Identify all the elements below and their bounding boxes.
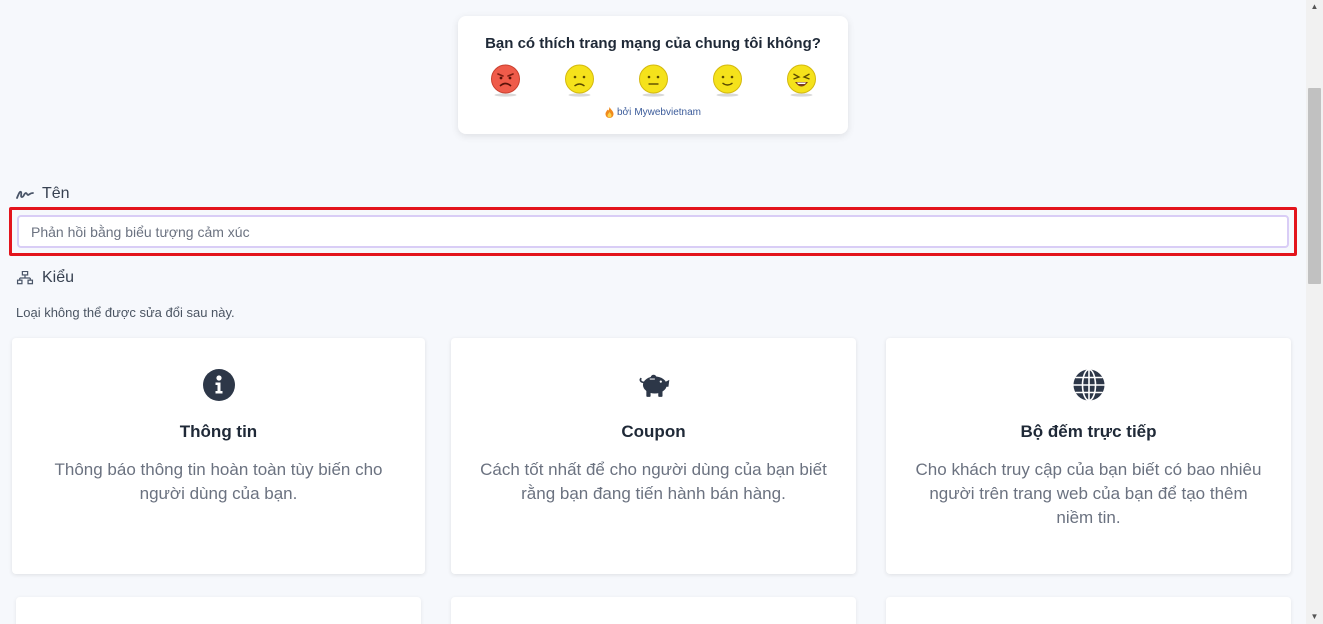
credit-prefix: bởi [616, 107, 632, 118]
feedback-widget: Bạn có thích trang mạng của chung tôi kh… [458, 16, 848, 134]
info-circle-icon [202, 369, 235, 401]
name-label-text: Tên [42, 185, 70, 202]
feedback-title: Bạn có thích trang mạng của chung tôi kh… [485, 35, 821, 52]
laughing-face-icon[interactable] [786, 64, 817, 98]
type-card-partial[interactable] [16, 597, 421, 624]
card-description: Thông báo thông tin hoàn toàn tùy biến c… [54, 460, 383, 503]
type-card-partial[interactable] [451, 597, 856, 624]
credit-line: bởi Mywebvietnam [458, 107, 848, 118]
type-card-coupon[interactable]: Coupon Cách tốt nhất để cho người dùng c… [451, 338, 856, 574]
card-description: Cho khách truy cập của bạn biết có bao n… [915, 460, 1262, 527]
name-field-label: Tên [16, 185, 70, 203]
emoji-rating-row [458, 64, 848, 98]
name-input[interactable] [17, 215, 1289, 248]
smiling-face-icon[interactable] [712, 64, 743, 98]
flame-icon [605, 107, 614, 118]
card-description: Cách tốt nhất để cho người dùng của bạn … [480, 460, 827, 503]
vertical-scrollbar[interactable]: ▲ ▼ [1306, 0, 1323, 624]
card-title: Bộ đếm trực tiếp [1020, 422, 1157, 441]
card-title: Thông tin [179, 422, 258, 441]
sitemap-icon [16, 271, 34, 285]
type-field-label: Kiểu [16, 269, 74, 287]
page: Bạn có thích trang mạng của chung tôi kh… [0, 0, 1323, 624]
credit-link[interactable]: Mywebvietnam [634, 107, 701, 118]
sad-face-icon[interactable] [564, 64, 595, 98]
name-input-highlight [9, 207, 1297, 256]
scroll-down-arrow-icon[interactable]: ▼ [1306, 610, 1323, 624]
scrollbar-thumb[interactable] [1308, 88, 1321, 284]
type-label-text: Kiểu [42, 269, 75, 286]
globe-icon [1073, 368, 1104, 402]
scroll-up-arrow-icon[interactable]: ▲ [1306, 0, 1323, 14]
card-title: Coupon [621, 422, 686, 441]
type-card-partial[interactable] [886, 597, 1291, 624]
signature-icon [16, 190, 34, 199]
piggy-bank-icon [639, 374, 669, 397]
angry-face-icon[interactable] [490, 64, 521, 98]
type-helper-text: Loại không thể được sửa đổi sau này. [16, 305, 235, 320]
type-card-live-counter[interactable]: Bộ đếm trực tiếp Cho khách truy cập của … [886, 338, 1291, 574]
neutral-face-icon[interactable] [638, 64, 669, 98]
type-card-info[interactable]: Thông tin Thông báo thông tin hoàn toàn … [12, 338, 425, 574]
